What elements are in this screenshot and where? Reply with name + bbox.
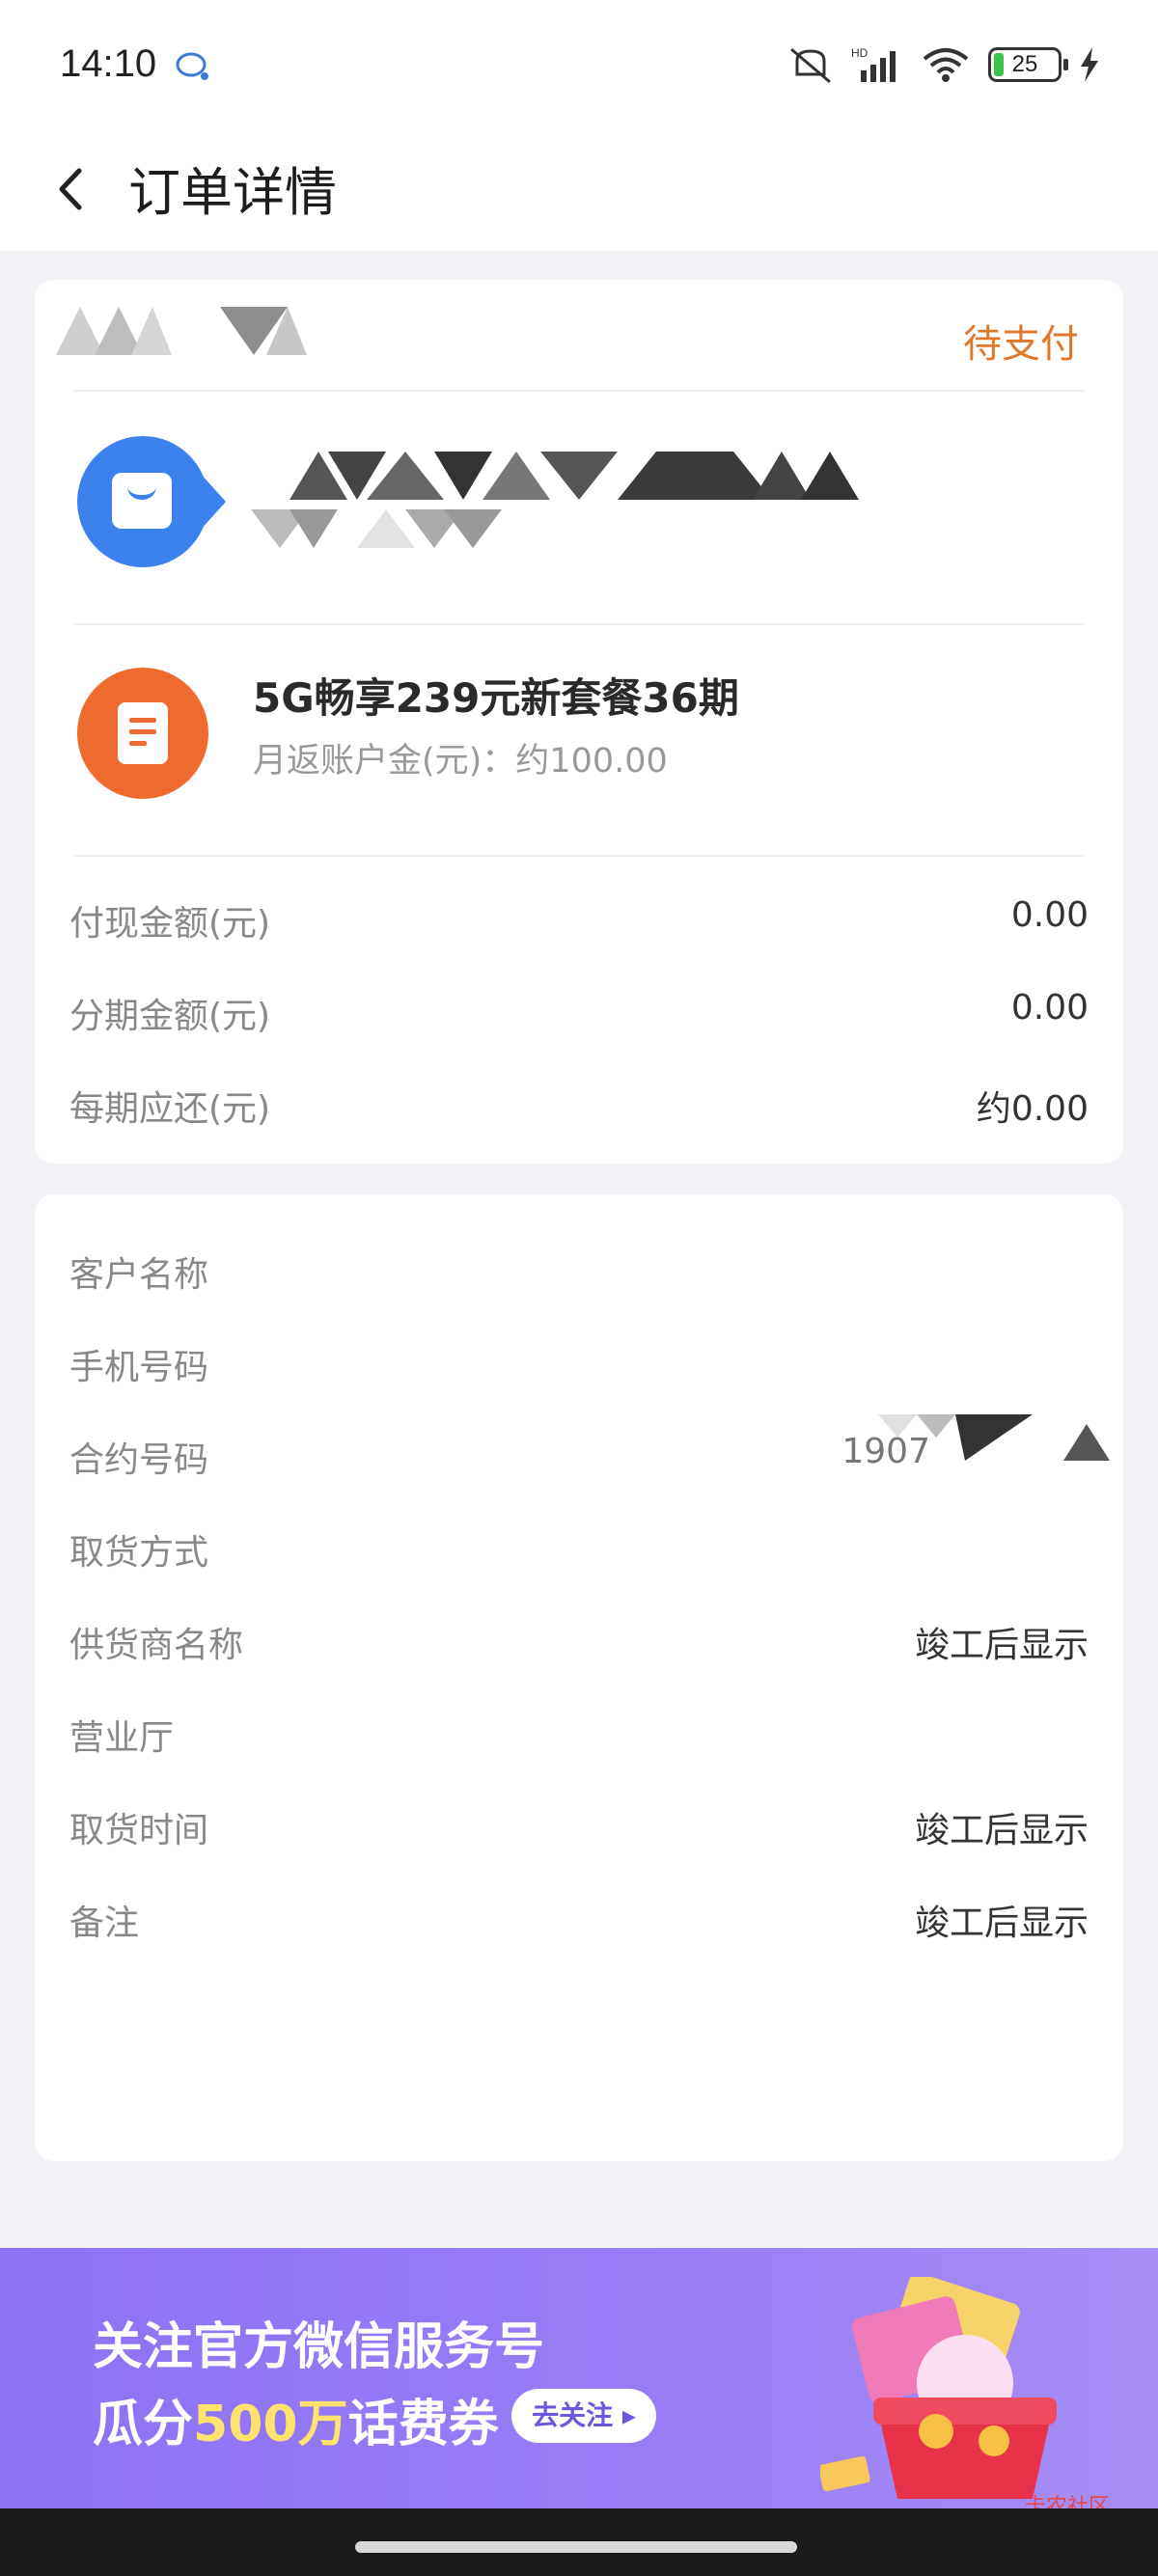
wifi-icon <box>923 48 969 82</box>
amount-row-per-period: 每期应还(元) 约0.00 <box>69 1081 1089 1129</box>
detail-value: 竣工后显示 <box>914 1904 1089 1943</box>
detail-row-pickup-method: 取货方式 <box>69 1524 1089 1573</box>
chat-icon <box>176 52 208 80</box>
header: 订单详情 <box>0 130 1158 251</box>
order-summary-card: 待支付 5G畅享239元新套餐36期 月返账户金(元)：约100.00 付现金额… <box>35 280 1123 1164</box>
amount-label: 每期应还(元) <box>69 1089 271 1129</box>
mute-icon <box>790 47 831 84</box>
detail-row-supplier: 供货商名称 竣工后显示 <box>69 1617 1089 1665</box>
amount-value: 0.00 <box>1010 988 1089 1028</box>
redacted-contract-number <box>878 1414 1110 1461</box>
detail-value: 竣工后显示 <box>914 1811 1089 1850</box>
redacted-store-name <box>56 307 307 355</box>
document-icon <box>77 668 208 799</box>
battery-icon: 25 <box>988 47 1068 82</box>
divider <box>73 390 1085 392</box>
banner-suffix: 话费券 <box>347 2396 499 2453</box>
status-time: 14:10 <box>60 42 157 85</box>
detail-label: 取货时间 <box>69 1811 209 1850</box>
banner-subheadline: 瓜分500万话费券 <box>93 2383 499 2455</box>
product-rebate: 月返账户金(元)：约100.00 <box>253 742 668 781</box>
order-status-badge: 待支付 <box>963 322 1079 367</box>
charging-icon <box>1081 47 1098 82</box>
follow-button[interactable]: 去关注 ▸ <box>511 2389 656 2443</box>
divider <box>73 855 1085 857</box>
watermark-text: 卡农社区 <box>1024 2495 1110 2508</box>
amount-label: 分期金额(元) <box>69 997 271 1036</box>
amount-row-installment: 分期金额(元) 0.00 <box>69 988 1089 1036</box>
detail-label: 营业厅 <box>69 1718 175 1758</box>
banner-headline: 关注官方微信服务号 <box>93 2318 545 2376</box>
detail-value: 竣工后显示 <box>914 1626 1089 1665</box>
chevron-left-icon[interactable] <box>46 153 95 221</box>
order-details-card: 客户名称 手机号码 合约号码 1907 取货方式 供货商名称 竣工后显示 营业厅… <box>35 1194 1123 2161</box>
promo-banner[interactable]: 关注官方微信服务号 瓜分500万话费券 去关注 ▸ 卡农社区 <box>0 2248 1158 2508</box>
detail-row-remark: 备注 竣工后显示 <box>69 1895 1089 1943</box>
detail-label: 手机号码 <box>69 1348 209 1387</box>
amount-row-cash: 付现金额(元) 0.00 <box>69 895 1089 944</box>
signal-icon: HD <box>851 46 896 82</box>
svg-text:HD: HD <box>851 46 868 60</box>
detail-row-pickup-time: 取货时间 竣工后显示 <box>69 1802 1089 1850</box>
home-indicator[interactable] <box>355 2541 797 2553</box>
battery-level: 25 <box>1011 51 1038 77</box>
banner-prefix: 瓜分 <box>93 2396 194 2453</box>
shop-logo-icon <box>77 436 226 567</box>
detail-row-store: 营业厅 <box>69 1710 1089 1758</box>
amount-label: 付现金额(元) <box>69 904 271 944</box>
detail-label: 合约号码 <box>69 1440 209 1480</box>
status-bar: 14:10 HD 25 <box>0 0 1158 130</box>
divider <box>73 623 1085 625</box>
amount-value: 约0.00 <box>976 1089 1089 1129</box>
detail-label: 客户名称 <box>69 1255 209 1295</box>
detail-label: 备注 <box>69 1904 140 1943</box>
redacted-shop-info <box>251 452 859 548</box>
detail-row-customer: 客户名称 <box>69 1247 1089 1295</box>
gift-bag-icon <box>820 2277 1057 2499</box>
banner-highlight: 500万 <box>193 2396 348 2453</box>
detail-label: 取货方式 <box>69 1533 209 1573</box>
status-icons: HD 25 <box>787 42 1100 87</box>
detail-row-phone: 手机号码 <box>69 1339 1089 1387</box>
product-name: 5G畅享239元新套餐36期 <box>253 674 739 722</box>
detail-label: 供货商名称 <box>69 1626 244 1665</box>
page-title: 订单详情 <box>128 162 337 223</box>
amount-value: 0.00 <box>1010 895 1089 935</box>
